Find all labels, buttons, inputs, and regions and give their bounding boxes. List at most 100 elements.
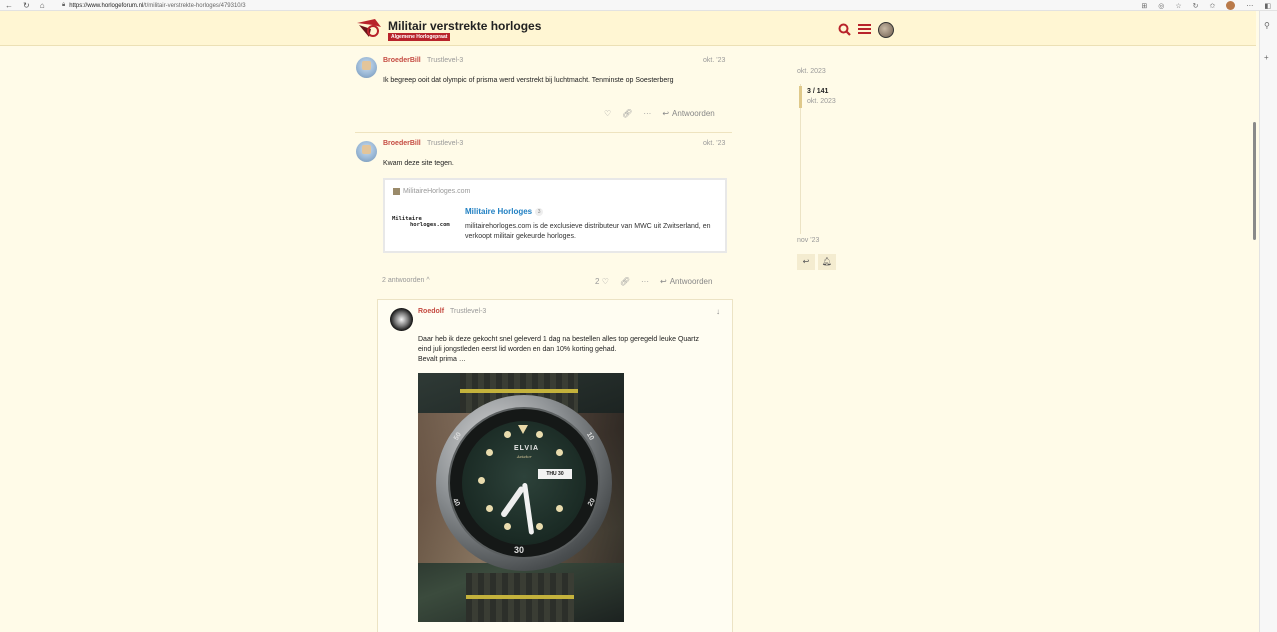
reply-body-line-2: eind juli jongstleden eerst lid worden e… bbox=[418, 346, 617, 353]
browser-actions: ⊞ ◎ ☆ ↻ ✩ ⋯ ◧ bbox=[1141, 0, 1271, 11]
lock-icon: 🔒︎ bbox=[62, 2, 66, 8]
reply-topic-button[interactable]: ↩ bbox=[797, 254, 815, 270]
browser-side-panel: ⚲ + bbox=[1259, 11, 1277, 632]
onebox-source[interactable]: MilitaireHorloges.com bbox=[393, 188, 470, 195]
hour-index bbox=[504, 431, 511, 438]
reader-icon[interactable]: ◎ bbox=[1158, 2, 1164, 10]
timeline-position: 3 / 141 bbox=[807, 88, 829, 95]
url-path: /t/militair-verstrekte-horloges/479310/3 bbox=[143, 2, 246, 9]
forum-logo[interactable] bbox=[355, 17, 383, 39]
more-icon[interactable]: ··· bbox=[643, 109, 651, 118]
sidebar-toggle-icon[interactable]: ◧ bbox=[1264, 2, 1271, 10]
onebox-source-label: MilitaireHorloges.com bbox=[403, 188, 471, 195]
reply-body-line-3: Bevalt prima … bbox=[418, 356, 466, 363]
like-icon[interactable]: ♡ bbox=[604, 109, 611, 118]
bezel-number: 30 bbox=[514, 545, 525, 555]
post-body: Ik begreep ooit dat olympic of prisma we… bbox=[383, 77, 674, 84]
hour-index bbox=[536, 523, 543, 530]
favorites-icon[interactable]: ✩ bbox=[1210, 2, 1216, 10]
avatar[interactable] bbox=[390, 308, 413, 331]
scrollbar-thumb[interactable] bbox=[1253, 122, 1256, 240]
home-icon[interactable]: ⌂ bbox=[40, 1, 45, 10]
post-username[interactable]: BroederBill bbox=[383, 57, 421, 64]
reply-label: Antwoorden bbox=[672, 109, 715, 118]
category-badge[interactable]: Algemene Horlogepraat bbox=[388, 33, 451, 41]
reply-button[interactable]: ↩ Antwoorden bbox=[662, 109, 714, 118]
reply-label: Antwoorden bbox=[669, 277, 713, 286]
hour-index bbox=[536, 431, 543, 438]
post-actions: ♡ 🔗︎ ··· ↩ Antwoorden bbox=[604, 109, 715, 118]
reply-icon: ↩ bbox=[660, 277, 667, 286]
hamburger-menu-icon[interactable] bbox=[858, 23, 871, 37]
refresh-icon[interactable]: ↻ bbox=[23, 1, 30, 10]
topic-title[interactable]: Militair verstrekte horloges bbox=[388, 19, 541, 33]
hour-index bbox=[556, 505, 563, 512]
reply-body-line-1: Daar heb ik deze gekocht snel geleverd 1… bbox=[418, 336, 699, 343]
apps-icon[interactable]: ⊞ bbox=[1141, 2, 1147, 10]
profile-avatar[interactable] bbox=[1226, 1, 1236, 10]
timeline-scroller-handle[interactable] bbox=[799, 86, 802, 108]
address-bar[interactable]: 🔒︎ https://www.horlogeforum.nl/t/militai… bbox=[62, 0, 246, 11]
favorite-icon[interactable]: ☆ bbox=[1175, 2, 1181, 10]
notifications-button[interactable]: 🔔︎ bbox=[818, 254, 836, 270]
hour-index bbox=[556, 449, 563, 456]
onebox-title: Militaire Horloges bbox=[465, 207, 533, 216]
bezel-triangle bbox=[518, 425, 528, 434]
like-icon: ♡ bbox=[601, 277, 609, 286]
post-actions: 2 ♡ 🔗︎ ··· ↩ Antwoorden bbox=[595, 277, 712, 286]
logo-line-2: horloges.com bbox=[410, 222, 450, 228]
reply-icon: ↩ bbox=[802, 257, 810, 266]
like-count: 2 bbox=[595, 277, 600, 286]
hour-index bbox=[486, 505, 493, 512]
more-icon[interactable]: ⋯ bbox=[1246, 2, 1253, 10]
chevron-up-icon: ^ bbox=[426, 277, 430, 284]
link-preview-onebox[interactable]: MilitaireHorloges.com Militaire horloges… bbox=[383, 178, 727, 253]
day-date-window: THU 30 bbox=[538, 469, 572, 479]
timeline-end-date[interactable]: nov '23 bbox=[797, 237, 819, 244]
avatar[interactable] bbox=[356, 57, 377, 78]
more-icon[interactable]: ··· bbox=[641, 277, 649, 286]
reply-button[interactable]: ↩ Antwoorden bbox=[660, 277, 712, 286]
add-icon[interactable]: + bbox=[1264, 53, 1269, 62]
sync-icon[interactable]: ↻ bbox=[1193, 2, 1199, 10]
search-icon[interactable] bbox=[838, 23, 851, 38]
post-date[interactable]: okt. '23 bbox=[703, 57, 725, 64]
timeline-start-date[interactable]: okt. 2023 bbox=[797, 68, 826, 75]
link-icon[interactable]: 🔗︎ bbox=[622, 109, 632, 118]
click-count-badge: 3 bbox=[535, 207, 544, 216]
hour-index bbox=[478, 477, 485, 484]
watch-photo[interactable]: ELVIA Aviator THU 30 30 20 40 10 50 bbox=[418, 373, 624, 622]
url-host: https://www.horlogeforum.nl bbox=[69, 2, 144, 9]
header-icons bbox=[838, 22, 894, 38]
post-date[interactable]: okt. '23 bbox=[703, 140, 725, 147]
browser-nav: ← ↻ ⌂ bbox=[5, 0, 45, 11]
post-trust-level: Trustlevel-3 bbox=[427, 140, 464, 147]
nato-strap-bottom bbox=[466, 573, 574, 622]
onebox-title-link[interactable]: Militaire Horloges 3 bbox=[465, 207, 544, 216]
browser-toolbar: ← ↻ ⌂ 🔒︎ https://www.horlogeforum.nl/t/m… bbox=[0, 0, 1277, 11]
post-divider bbox=[355, 132, 732, 133]
onebox-description: militairehorloges.com is de exclusieve d… bbox=[465, 223, 711, 240]
hour-index bbox=[504, 523, 511, 530]
like-button[interactable]: 2 ♡ bbox=[595, 277, 609, 286]
timeline-controls: ↩ 🔔︎ bbox=[797, 254, 836, 270]
dial-model: Aviator bbox=[517, 454, 532, 459]
replies-toggle-button[interactable]: 2 antwoorden ^ bbox=[382, 277, 430, 284]
reply-icon: ↩ bbox=[662, 109, 670, 118]
bell-icon: 🔔︎ bbox=[821, 257, 833, 266]
hour-index bbox=[486, 449, 493, 456]
user-avatar[interactable] bbox=[878, 22, 894, 38]
reply-username[interactable]: Roedolf bbox=[418, 308, 444, 315]
post-username[interactable]: BroederBill bbox=[383, 140, 421, 147]
search-icon[interactable]: ⚲ bbox=[1264, 21, 1270, 30]
avatar[interactable] bbox=[356, 141, 377, 162]
replies-toggle-label: 2 antwoorden bbox=[382, 277, 425, 284]
back-icon[interactable]: ← bbox=[5, 1, 13, 10]
dial-brand: ELVIA bbox=[514, 445, 540, 452]
onebox-thumbnail-logo: Militaire horloges.com bbox=[392, 216, 450, 228]
post-trust-level: Trustlevel-3 bbox=[427, 57, 464, 64]
link-icon[interactable]: 🔗︎ bbox=[620, 277, 630, 286]
timeline-position-date: okt. 2023 bbox=[807, 98, 836, 105]
arrow-down-icon[interactable]: ↓ bbox=[716, 307, 720, 316]
site-favicon-icon bbox=[393, 188, 400, 195]
